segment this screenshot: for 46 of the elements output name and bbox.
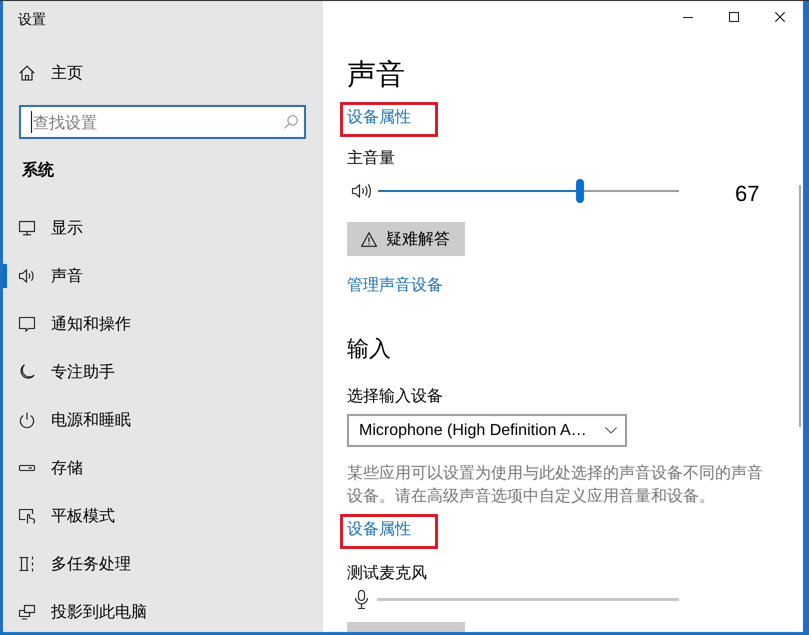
nav-item[interactable]: 专注助手	[3, 352, 323, 392]
maximize-icon	[729, 12, 739, 22]
manage-devices-link[interactable]: 管理声音设备	[347, 274, 443, 296]
chevron-down-icon	[605, 427, 617, 434]
home-icon	[19, 65, 35, 81]
partial-button[interactable]	[347, 622, 465, 632]
scrollbar-thumb[interactable]	[799, 185, 801, 427]
page-title: 声音	[347, 56, 405, 93]
tablet-icon	[19, 508, 35, 524]
slider-thumb[interactable]	[576, 179, 584, 203]
section-heading: 系统	[22, 159, 54, 181]
info-text: 某些应用可以设置为使用与此处选择的声音设备不同的声音设备。请在高级声音选项中自定义应用音量和设备。	[347, 462, 764, 507]
volume-label: 主音量	[347, 147, 395, 169]
nav-item[interactable]: 通知和操作	[3, 304, 323, 344]
input-device-dropdown[interactable]: Microphone (High Definition A…	[347, 414, 627, 447]
speaker-icon	[19, 268, 35, 284]
text-cursor-icon	[31, 111, 32, 133]
search-icon	[284, 115, 298, 129]
minimize-icon	[683, 16, 693, 18]
section-heading: 输入	[347, 336, 391, 364]
monitor-icon	[19, 220, 35, 236]
device-properties-link[interactable]: 设备属性	[347, 107, 411, 126]
overlapping-screens-icon	[19, 604, 35, 620]
chat-bubble-icon	[19, 316, 35, 332]
moon-icon	[19, 364, 35, 380]
nav-item[interactable]: 多任务处理	[3, 544, 323, 584]
microphone-icon	[355, 590, 368, 608]
close-icon	[775, 12, 785, 22]
window-title: 设置	[18, 11, 46, 30]
device-properties-link[interactable]: 设备属性	[347, 519, 411, 538]
field-label: 选择输入设备	[347, 385, 443, 407]
nav-item[interactable]: 投影到此电脑	[3, 592, 323, 632]
split-window-icon	[19, 556, 35, 572]
troubleshoot-button[interactable]: 疑难解答	[347, 222, 465, 256]
speaker-icon	[352, 183, 372, 199]
search-field[interactable]: 查找设置	[19, 105, 306, 139]
nav-item[interactable]: 存储	[3, 448, 323, 488]
power-icon	[19, 412, 35, 428]
nav-item[interactable]: 声音	[3, 256, 323, 296]
nav-item[interactable]: 平板模式	[3, 496, 323, 536]
nav-item[interactable]: 电源和睡眠	[3, 400, 323, 440]
volume-value: 67	[735, 182, 760, 206]
warning-icon	[361, 232, 377, 246]
test-microphone-label: 测试麦克风	[347, 562, 427, 584]
home-link[interactable]: 主页	[3, 53, 323, 93]
nav-item[interactable]: 显示	[3, 208, 323, 248]
